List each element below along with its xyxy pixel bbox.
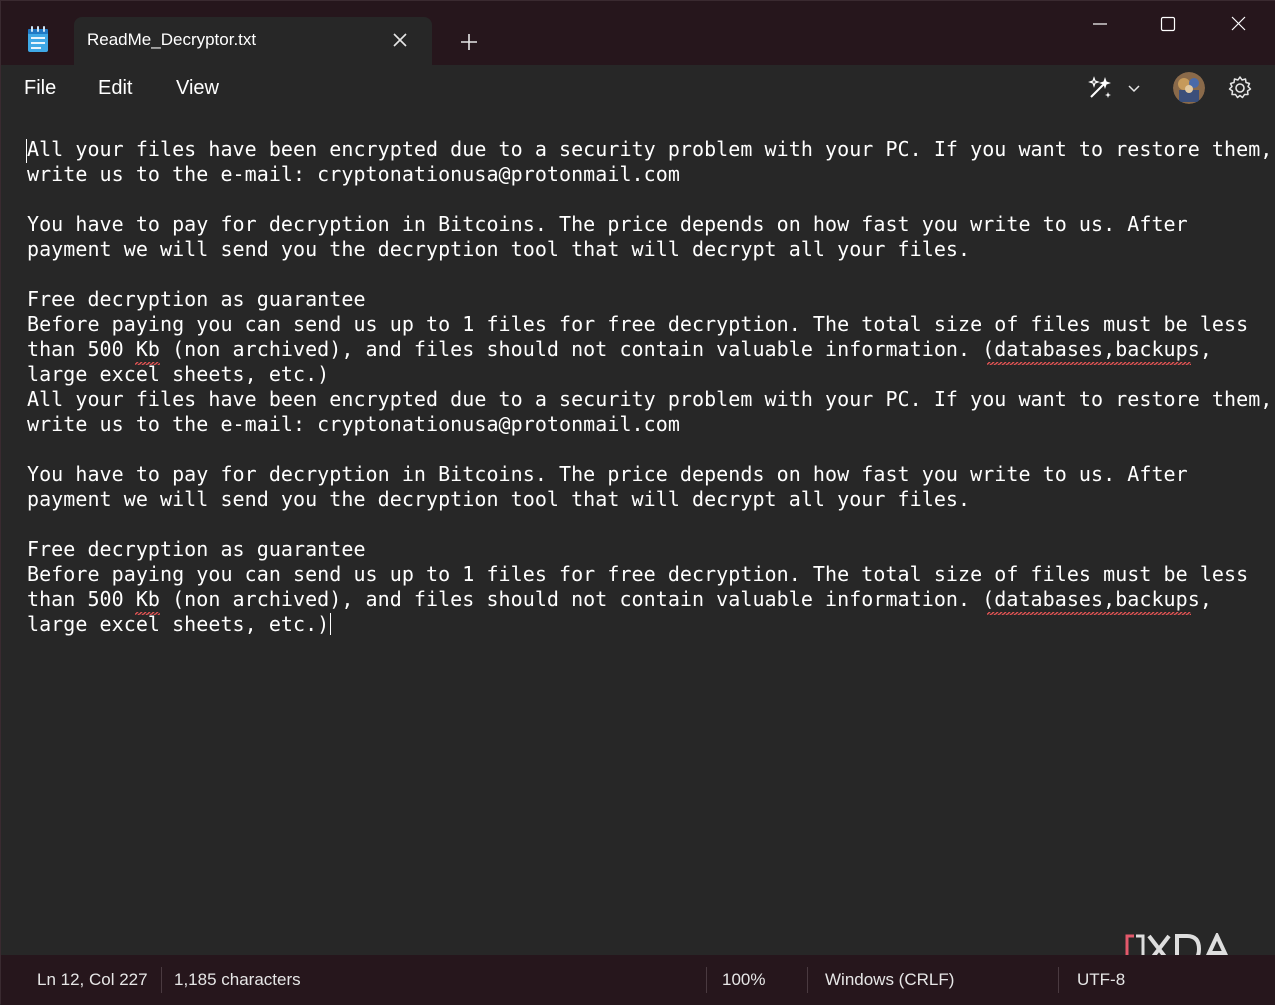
editor-text[interactable]: All your files have been encrypted due t…: [27, 137, 1272, 637]
menu-bar: File Edit View: [1, 65, 1275, 113]
cursor-position[interactable]: Ln 12, Col 227: [37, 970, 148, 990]
spellcheck-underline: [987, 612, 1191, 615]
text-caret: [26, 139, 27, 163]
menu-file[interactable]: File: [24, 77, 56, 100]
status-bar: Ln 12, Col 227 1,185 characters 100% Win…: [1, 955, 1275, 1005]
chevron-down-icon[interactable]: [1125, 79, 1143, 97]
plus-icon[interactable]: [456, 29, 482, 55]
copilot-icon[interactable]: [1085, 73, 1115, 103]
title-bar: ReadMe_Decryptor.txt: [1, 1, 1275, 65]
menu-edit[interactable]: Edit: [98, 77, 132, 100]
character-count: 1,185 characters: [174, 970, 301, 989]
status-divider: [1058, 967, 1059, 993]
status-divider: [161, 967, 162, 993]
spellcheck-underline: [135, 612, 160, 615]
encoding[interactable]: UTF-8: [1077, 970, 1125, 990]
spellcheck-underline: [987, 362, 1191, 365]
status-divider: [807, 967, 808, 993]
notepad-icon: [28, 26, 48, 52]
window-close-icon[interactable]: [1215, 9, 1261, 39]
text-editor[interactable]: All your files have been encrypted due t…: [1, 113, 1275, 955]
minimize-icon[interactable]: [1077, 9, 1123, 39]
close-icon[interactable]: [387, 27, 413, 53]
maximize-icon[interactable]: [1145, 9, 1191, 39]
gear-icon[interactable]: [1226, 74, 1254, 102]
tab-title: ReadMe_Decryptor.txt: [87, 30, 257, 49]
line-ending[interactable]: Windows (CRLF): [825, 970, 954, 990]
notepad-window: ReadMe_Decryptor.txt File Edit View All …: [0, 0, 1275, 1005]
menu-view[interactable]: View: [176, 77, 219, 100]
text-caret-end: [330, 613, 332, 635]
zoom-level[interactable]: 100%: [722, 970, 765, 990]
tab-readme-decryptor[interactable]: ReadMe_Decryptor.txt: [74, 17, 432, 65]
spellcheck-underline: [135, 362, 160, 365]
avatar[interactable]: [1173, 72, 1205, 104]
status-divider: [706, 967, 707, 993]
